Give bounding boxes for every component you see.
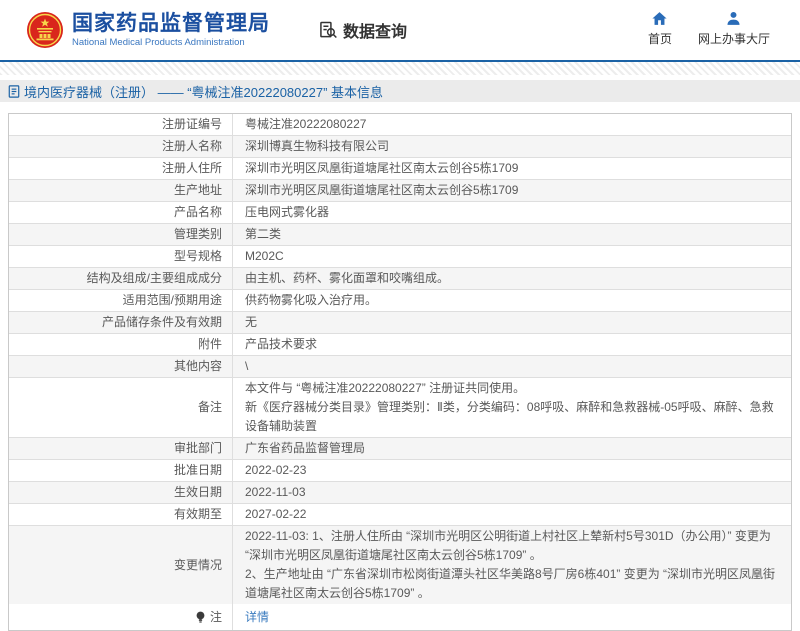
site-header: 国家药品监督管理局 National Medical Products Admi… [0, 0, 800, 60]
row-label: 型号规格 [9, 246, 233, 267]
row-label: 审批部门 [9, 438, 233, 459]
row-value: 产品技术要求 [233, 334, 791, 355]
registration-info-table: 注册证编号 粤械注准20222080227 注册人名称 深圳博真生物科技有限公司… [8, 113, 792, 631]
document-icon [8, 85, 20, 98]
table-row: 生效日期 2022-11-03 [9, 482, 791, 504]
table-row: 适用范围/预期用途 供药物雾化吸入治疗用。 [9, 290, 791, 312]
agency-name-cn: 国家药品监督管理局 [72, 12, 270, 35]
row-value: 压电网式雾化器 [233, 202, 791, 223]
row-label: 注册人住所 [9, 158, 233, 179]
table-row: 产品储存条件及有效期 无 [9, 312, 791, 334]
table-row: 结构及组成/主要组成成分 由主机、药杯、雾化面罩和咬嘴组成。 [9, 268, 791, 290]
breadcrumb-bar: 境内医疗器械（注册） —— “粤械注准20222080227” 基本信息 [0, 80, 800, 102]
data-query-label: 数据查询 [343, 18, 407, 42]
row-label: 附件 [9, 334, 233, 355]
stripe-band [0, 62, 800, 75]
row-label: 产品储存条件及有效期 [9, 312, 233, 333]
row-label: 变更情况 [9, 526, 233, 604]
row-value: 第二类 [233, 224, 791, 245]
row-value: 深圳市光明区凤凰街道塘尾社区南太云创谷5栋1709 [233, 180, 791, 201]
row-value: 2027-02-22 [233, 504, 791, 525]
row-value: 粤械注准20222080227 [233, 114, 791, 135]
row-value: 深圳市光明区凤凰街道塘尾社区南太云创谷5栋1709 [233, 158, 791, 179]
data-query-title[interactable]: 数据查询 [318, 18, 407, 42]
row-value: 深圳博真生物科技有限公司 [233, 136, 791, 157]
table-row: 型号规格 M202C [9, 246, 791, 268]
row-label: 生效日期 [9, 482, 233, 503]
table-row: 注册人名称 深圳博真生物科技有限公司 [9, 136, 791, 158]
row-label: 其他内容 [9, 356, 233, 377]
table-rows: 注册证编号 粤械注准20222080227 注册人名称 深圳博真生物科技有限公司… [9, 114, 791, 604]
row-value: \ [233, 356, 791, 377]
document-search-icon [318, 20, 338, 40]
note-label: 注 [9, 604, 233, 630]
row-label: 批准日期 [9, 460, 233, 481]
details-link[interactable]: 详情 [245, 608, 269, 627]
row-label: 生产地址 [9, 180, 233, 201]
table-row: 备注 本文件与 “粤械注准20222080227” 注册证共同使用。 新《医疗器… [9, 378, 791, 438]
table-row-note: 注 详情 [9, 604, 791, 630]
bulb-icon [195, 611, 206, 624]
row-label: 适用范围/预期用途 [9, 290, 233, 311]
table-row: 附件 产品技术要求 [9, 334, 791, 356]
table-row: 生产地址 深圳市光明区凤凰街道塘尾社区南太云创谷5栋1709 [9, 180, 791, 202]
row-label: 备注 [9, 378, 233, 437]
breadcrumb-text: 境内医疗器械（注册） —— “粤械注准20222080227” 基本信息 [24, 82, 383, 101]
nav-service-hall-label: 网上办事大厅 [698, 30, 770, 47]
table-row: 批准日期 2022-02-23 [9, 460, 791, 482]
nav-service-hall[interactable]: 网上办事大厅 [698, 10, 770, 47]
row-label: 管理类别 [9, 224, 233, 245]
national-emblem-icon [26, 11, 64, 49]
nav-home[interactable]: 首页 [648, 10, 672, 47]
note-value: 详情 [233, 604, 791, 630]
header-nav: 首页 网上办事大厅 [648, 10, 770, 47]
row-label: 产品名称 [9, 202, 233, 223]
row-value: 2022-11-03 [233, 482, 791, 503]
row-value: 本文件与 “粤械注准20222080227” 注册证共同使用。 新《医疗器械分类… [233, 378, 791, 437]
table-row: 注册人住所 深圳市光明区凤凰街道塘尾社区南太云创谷5栋1709 [9, 158, 791, 180]
row-value: 无 [233, 312, 791, 333]
row-label: 注册人名称 [9, 136, 233, 157]
row-value: 广东省药品监督管理局 [233, 438, 791, 459]
table-row: 其他内容 \ [9, 356, 791, 378]
table-row: 产品名称 压电网式雾化器 [9, 202, 791, 224]
agency-logo: 国家药品监督管理局 National Medical Products Admi… [26, 11, 270, 49]
table-row: 注册证编号 粤械注准20222080227 [9, 114, 791, 136]
breadcrumb[interactable]: 境内医疗器械（注册） —— “粤械注准20222080227” 基本信息 [8, 82, 383, 101]
agency-name-en: National Medical Products Administration [72, 38, 270, 48]
user-icon [725, 10, 742, 27]
row-label: 有效期至 [9, 504, 233, 525]
table-row: 变更情况 2022-11-03: 1、注册人住所由 “深圳市光明区公明街道上村社… [9, 526, 791, 604]
row-label: 结构及组成/主要组成成分 [9, 268, 233, 289]
row-value: 由主机、药杯、雾化面罩和咬嘴组成。 [233, 268, 791, 289]
row-value: 供药物雾化吸入治疗用。 [233, 290, 791, 311]
home-icon [651, 10, 668, 27]
row-label: 注册证编号 [9, 114, 233, 135]
nav-home-label: 首页 [648, 30, 672, 47]
row-value: 2022-02-23 [233, 460, 791, 481]
row-value: 2022-11-03: 1、注册人住所由 “深圳市光明区公明街道上村社区上辇新村… [233, 526, 791, 604]
row-value: M202C [233, 246, 791, 267]
table-row: 审批部门 广东省药品监督管理局 [9, 438, 791, 460]
table-row: 有效期至 2027-02-22 [9, 504, 791, 526]
table-row: 管理类别 第二类 [9, 224, 791, 246]
